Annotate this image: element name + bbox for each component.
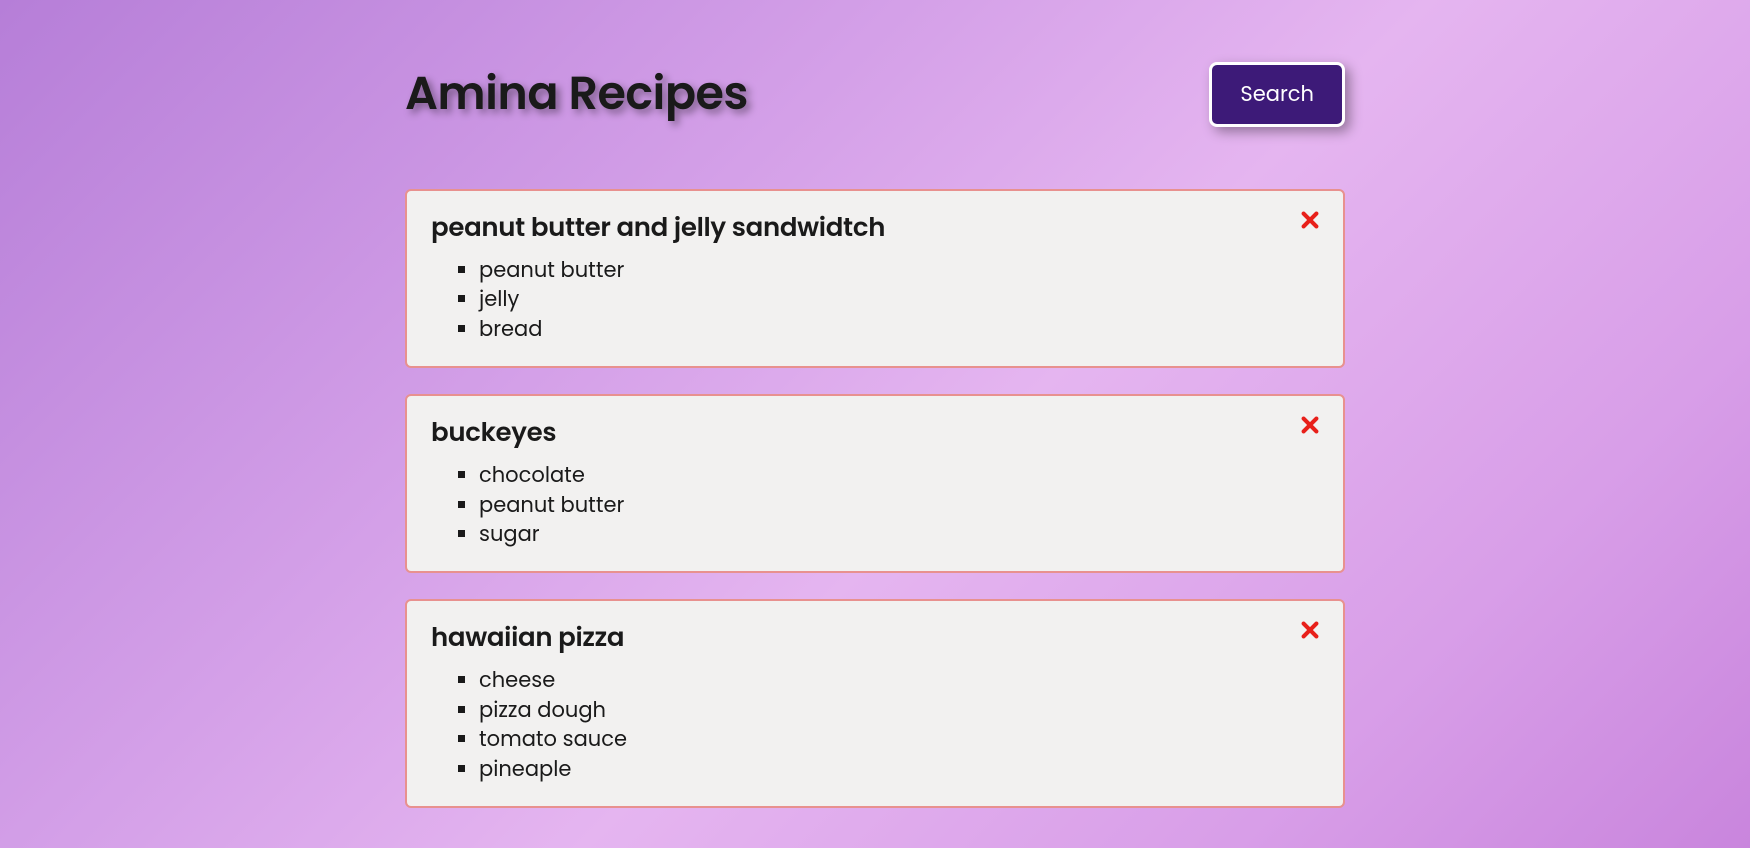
header: Amina Recipes Search [405, 60, 1345, 129]
list-item: peanut butter [479, 491, 1319, 520]
recipe-title: buckeyes [431, 414, 1319, 453]
page-title: Amina Recipes [405, 60, 748, 129]
recipe-card[interactable]: peanut butter and jelly sandwidtch peanu… [405, 189, 1345, 368]
list-item: cheese [479, 666, 1319, 695]
list-item: pineaple [479, 755, 1319, 784]
ingredients-list: peanut butter jelly bread [431, 256, 1319, 344]
list-item: peanut butter [479, 256, 1319, 285]
recipe-card[interactable]: hawaiian pizza cheese pizza dough tomato… [405, 599, 1345, 808]
recipe-title: hawaiian pizza [431, 619, 1319, 658]
list-item: tomato sauce [479, 725, 1319, 754]
recipes-list: peanut butter and jelly sandwidtch peanu… [405, 189, 1345, 808]
close-icon[interactable] [1299, 209, 1321, 231]
list-item: pizza dough [479, 696, 1319, 725]
ingredients-list: chocolate peanut butter sugar [431, 461, 1319, 549]
close-icon[interactable] [1299, 619, 1321, 641]
list-item: chocolate [479, 461, 1319, 490]
search-button[interactable]: Search [1209, 62, 1345, 127]
list-item: bread [479, 315, 1319, 344]
recipe-card[interactable]: buckeyes chocolate peanut butter sugar [405, 394, 1345, 573]
ingredients-list: cheese pizza dough tomato sauce pineaple [431, 666, 1319, 784]
recipe-title: peanut butter and jelly sandwidtch [431, 209, 1319, 248]
list-item: jelly [479, 285, 1319, 314]
main-container: Amina Recipes Search peanut butter and j… [405, 0, 1345, 848]
list-item: sugar [479, 520, 1319, 549]
close-icon[interactable] [1299, 414, 1321, 436]
